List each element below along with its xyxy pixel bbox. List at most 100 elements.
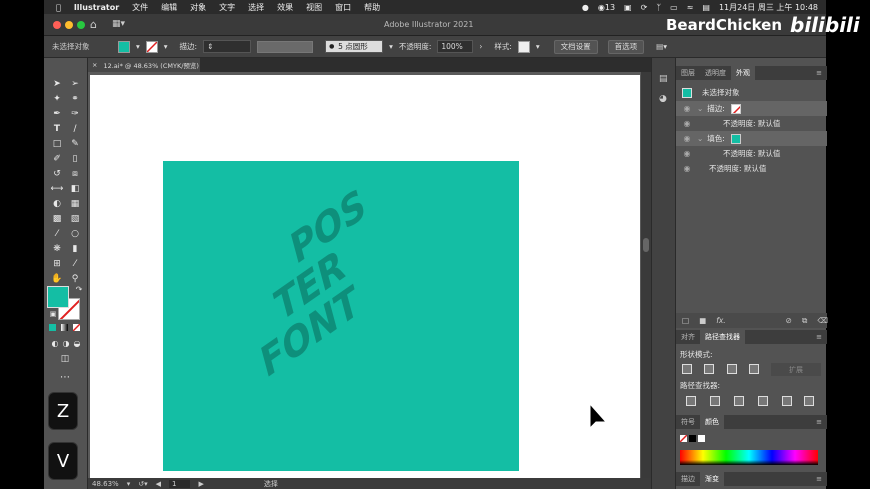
- add-fill-icon[interactable]: ■: [699, 316, 706, 325]
- trim-icon[interactable]: [710, 396, 720, 406]
- minimize-button[interactable]: [65, 21, 73, 29]
- appearance-row-object-opacity[interactable]: ◉ 不透明度: 默认值: [676, 161, 827, 176]
- artboard-number[interactable]: 1: [169, 479, 191, 488]
- chevron-down-icon[interactable]: ⌄: [697, 104, 703, 113]
- tab-close-icon[interactable]: ×: [92, 61, 97, 69]
- gradient-mode-icon[interactable]: [61, 324, 68, 331]
- notification-icon[interactable]: ◉13: [598, 3, 615, 12]
- app-status-icon[interactable]: ▣: [624, 3, 632, 12]
- chevron-down-icon[interactable]: ⌄: [697, 134, 703, 143]
- magic-wand-tool-icon[interactable]: ✦: [50, 93, 64, 105]
- screen-mode-icon[interactable]: ◫: [58, 353, 72, 365]
- none-color-icon[interactable]: [680, 435, 687, 442]
- fill-row-swatch[interactable]: [730, 133, 741, 144]
- rotate-view-icon[interactable]: ↺▾: [138, 480, 147, 488]
- tab-appearance[interactable]: 外观: [731, 66, 755, 80]
- black-color-icon[interactable]: [689, 435, 696, 442]
- symbol-sprayer-tool-icon[interactable]: ❋: [50, 243, 64, 255]
- artboard-next-icon[interactable]: ▶: [198, 480, 203, 488]
- zoom-level[interactable]: 48.63%: [92, 480, 119, 488]
- tab-layers[interactable]: 图层: [676, 68, 700, 78]
- menu-window[interactable]: 窗口: [335, 2, 351, 13]
- chevron-down-icon[interactable]: ▾: [389, 42, 393, 51]
- appearance-row-stroke[interactable]: ◉ ⌄ 描边:: [676, 101, 827, 116]
- swap-fill-stroke-icon[interactable]: ↷: [72, 284, 86, 296]
- slice-tool-icon[interactable]: ⁄: [68, 258, 82, 270]
- menu-effect[interactable]: 效果: [277, 2, 293, 13]
- visibility-eye-icon[interactable]: ◉: [681, 164, 693, 173]
- tab-gradient[interactable]: 渐变: [700, 472, 724, 486]
- eraser-tool-icon[interactable]: ▯: [68, 153, 82, 165]
- tab-symbols[interactable]: 符号: [676, 417, 700, 427]
- default-fill-stroke-icon[interactable]: ▣: [46, 308, 60, 320]
- record-icon[interactable]: ●: [582, 3, 589, 12]
- selection-tool-icon[interactable]: ➤: [50, 78, 64, 90]
- hand-tool-icon[interactable]: ✋: [50, 273, 64, 285]
- tab-pathfinder[interactable]: 路径查找器: [700, 330, 745, 344]
- exclude-icon[interactable]: [749, 364, 759, 374]
- panel-menu-icon[interactable]: ≡: [811, 333, 827, 341]
- chevron-right-icon[interactable]: ›: [479, 42, 482, 51]
- document-setup-button[interactable]: 文档设置: [553, 39, 598, 54]
- opacity-field[interactable]: 100%: [437, 40, 474, 53]
- shape-builder-tool-icon[interactable]: ◐: [50, 198, 64, 210]
- draw-inside-icon[interactable]: ◒: [70, 338, 84, 350]
- wifi-icon[interactable]: ≈: [687, 3, 694, 12]
- menu-file[interactable]: 文件: [132, 2, 148, 13]
- tab-align[interactable]: 对齐: [676, 332, 700, 342]
- appearance-row-fill-opacity[interactable]: ◉ 不透明度: 默认值: [676, 146, 827, 161]
- preferences-button[interactable]: 首选项: [607, 39, 645, 54]
- arrange-documents-icon[interactable]: ▤▾: [656, 42, 667, 51]
- free-transform-tool-icon[interactable]: ◧: [68, 183, 82, 195]
- divide-icon[interactable]: [686, 396, 696, 406]
- artboard-prev-icon[interactable]: ◀: [156, 480, 161, 488]
- unite-icon[interactable]: [682, 364, 692, 374]
- pen-tool-icon[interactable]: ✒: [50, 108, 64, 120]
- sync-icon[interactable]: ⟳: [641, 3, 648, 12]
- lasso-tool-icon[interactable]: ⚭: [68, 93, 82, 105]
- document-tab[interactable]: × 12.ai* @ 48.63% (CMYK/预览): [88, 58, 200, 72]
- close-button[interactable]: [53, 21, 61, 29]
- add-stroke-icon[interactable]: □: [682, 316, 689, 325]
- edit-toolbar-icon[interactable]: ⋯: [58, 372, 72, 384]
- expand-button[interactable]: 扩展: [771, 363, 821, 376]
- fill-color-swatch[interactable]: [118, 40, 130, 53]
- artboard-tool-icon[interactable]: ⊞: [50, 258, 64, 270]
- appearance-row-stroke-opacity[interactable]: ◉ 不透明度: 默认值: [676, 116, 827, 131]
- color-spectrum[interactable]: [680, 450, 818, 465]
- chevron-down-icon[interactable]: ▾: [127, 480, 131, 488]
- control-center-icon[interactable]: ▤: [702, 3, 710, 12]
- visibility-eye-icon[interactable]: ◉: [681, 134, 693, 143]
- battery-icon[interactable]: ▭: [670, 3, 678, 12]
- app-menu[interactable]: Illustrator: [74, 3, 119, 12]
- color-mode-icon[interactable]: [49, 324, 56, 331]
- bluetooth-icon[interactable]: ᛉ: [656, 3, 661, 12]
- rectangle-tool-icon[interactable]: □: [50, 138, 64, 150]
- minus-back-icon[interactable]: [804, 396, 814, 406]
- scale-tool-icon[interactable]: ⧈: [68, 168, 82, 180]
- chevron-down-icon[interactable]: ▾: [164, 42, 168, 51]
- stroke-row-swatch[interactable]: [730, 103, 741, 114]
- eyedropper-tool-icon[interactable]: ⁄: [50, 228, 64, 240]
- workspace-switcher-icon[interactable]: ▦▾: [112, 19, 125, 29]
- chevron-down-icon[interactable]: ▾: [536, 42, 540, 51]
- appearance-row-fill[interactable]: ◉ ⌄ 填色:: [676, 131, 827, 146]
- duplicate-item-icon[interactable]: ⧉: [802, 316, 807, 326]
- tab-stroke[interactable]: 描边: [676, 474, 700, 484]
- white-color-icon[interactable]: [698, 435, 705, 442]
- apple-icon[interactable]: : [56, 3, 61, 12]
- menu-edit[interactable]: 编辑: [161, 2, 177, 13]
- line-tool-icon[interactable]: ∕: [68, 123, 82, 135]
- merge-icon[interactable]: [734, 396, 744, 406]
- blend-tool-icon[interactable]: ○: [68, 228, 82, 240]
- menu-view[interactable]: 视图: [306, 2, 322, 13]
- chevron-down-icon[interactable]: ▾: [136, 42, 140, 51]
- visibility-eye-icon[interactable]: ◉: [681, 104, 693, 113]
- pencil-tool-icon[interactable]: ✎: [68, 138, 82, 150]
- menu-select[interactable]: 选择: [248, 2, 264, 13]
- crop-icon[interactable]: [758, 396, 768, 406]
- delete-item-icon[interactable]: ⌫: [817, 316, 828, 325]
- panel-menu-icon[interactable]: ≡: [811, 475, 827, 483]
- rotate-tool-icon[interactable]: ↺: [50, 168, 64, 180]
- add-effect-icon[interactable]: fx.: [716, 316, 725, 325]
